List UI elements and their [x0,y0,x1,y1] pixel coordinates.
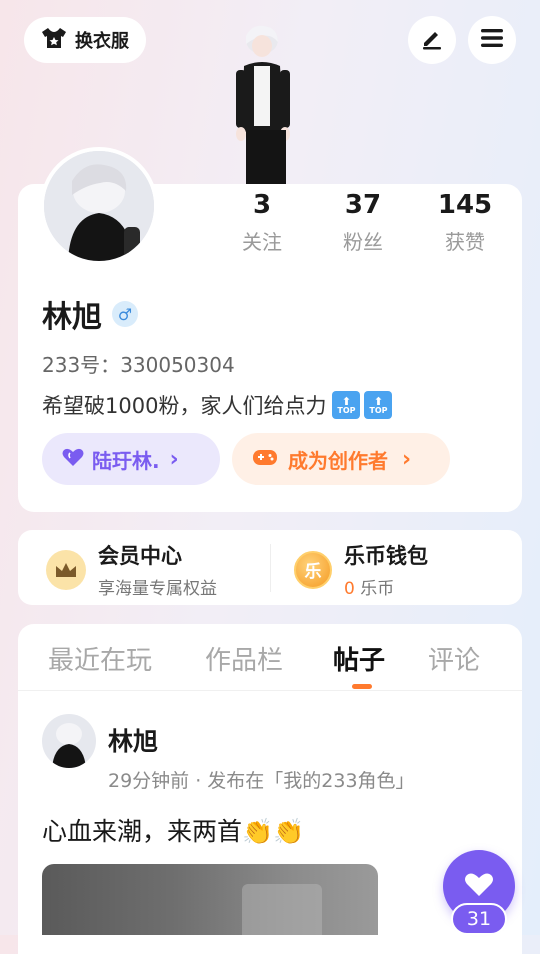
tab-posts[interactable]: 帖子 [333,640,385,677]
stat-value: 145 [437,190,493,220]
male-icon: ♂ [112,301,138,327]
friend-tag-button[interactable]: 陆玗林. › [42,433,220,485]
stat-fans[interactable]: 37 粉丝 [323,190,403,255]
user-id-label: 233号： [42,353,121,377]
gamepad-icon [252,447,278,472]
wallet-unit: 乐币 [360,579,395,599]
top-badge-label: TOP [369,405,388,415]
member-subtitle: 享海量专属权益 [98,579,217,599]
top-arrow-icon: ⬆ TOP [364,391,393,419]
post-text: 心血来潮，来两首 [42,817,243,846]
member-title: 会员中心 [98,544,182,568]
user-id-row[interactable]: 233号：330050304 [42,349,235,378]
coin-icon: 乐 [294,550,332,589]
divider [270,544,271,592]
clapping-hands-icon: 👏👏 [242,817,305,846]
member-center-entry[interactable]: 会员中心 享海量专属权益 [46,540,217,599]
chevron-right-icon: › [402,446,412,472]
top-arrow-icon: ⬆ TOP [332,391,361,419]
post-meta: 29分钟前 · 发布在「我的233角色」 [108,770,415,792]
crown-icon [46,549,86,590]
chevron-right-icon: › [169,446,179,472]
stat-likes[interactable]: 145 获赞 [425,190,505,255]
heart-icon [62,447,84,472]
edit-button[interactable] [408,16,456,64]
user-id-value: 330050304 [120,353,235,377]
bio-text: 希望破1000粉，家人们给点力 [42,394,327,418]
wallet-entry[interactable]: 乐 乐币钱包 0 乐币 [294,540,428,599]
like-count: 31 [466,908,492,930]
become-creator-button[interactable]: 成为创作者 › [232,433,450,485]
stat-label: 粉丝 [343,230,383,254]
tshirt-icon [41,27,67,53]
profile-avatar[interactable] [40,147,158,265]
become-creator-label: 成为创作者 [288,448,388,473]
tab-works[interactable]: 作品栏 [205,640,283,677]
tab-comments[interactable]: 评论 [428,640,480,677]
tab-divider [18,690,522,691]
heart-icon [464,871,494,901]
top-badge-label: TOP [337,405,356,415]
stat-value: 3 [252,190,272,220]
post-author[interactable]: 林旭 [108,722,158,758]
profile-name-row: 林旭 ♂ [42,292,138,336]
profile-name: 林旭 [42,300,102,335]
stat-following[interactable]: 3 关注 [222,190,302,255]
bio-row: 希望破1000粉，家人们给点力 ⬆ TOP ⬆ TOP [42,390,393,420]
like-count-badge: 31 [451,903,507,935]
wallet-title: 乐币钱包 [344,544,428,568]
post-image[interactable] [42,864,378,935]
friend-tag-label: 陆玗林. [92,448,160,473]
outfit-label: 换衣服 [75,31,129,52]
stat-value: 37 [344,190,382,220]
active-tab-indicator [352,684,372,689]
post-content: 心血来潮，来两首👏👏 [42,812,304,848]
menu-button[interactable] [468,16,516,64]
post-avatar[interactable] [42,714,96,768]
menu-icon [480,27,504,53]
coin-glyph: 乐 [304,562,322,582]
character-figure [224,22,296,186]
tab-recently-played[interactable]: 最近在玩 [48,640,152,677]
gender-symbol: ♂ [117,304,133,324]
stat-label: 关注 [242,230,282,254]
wallet-amount: 0 [344,579,355,599]
stat-label: 获赞 [445,230,485,254]
edit-icon [420,26,444,54]
outfit-button[interactable]: 换衣服 [24,17,146,63]
